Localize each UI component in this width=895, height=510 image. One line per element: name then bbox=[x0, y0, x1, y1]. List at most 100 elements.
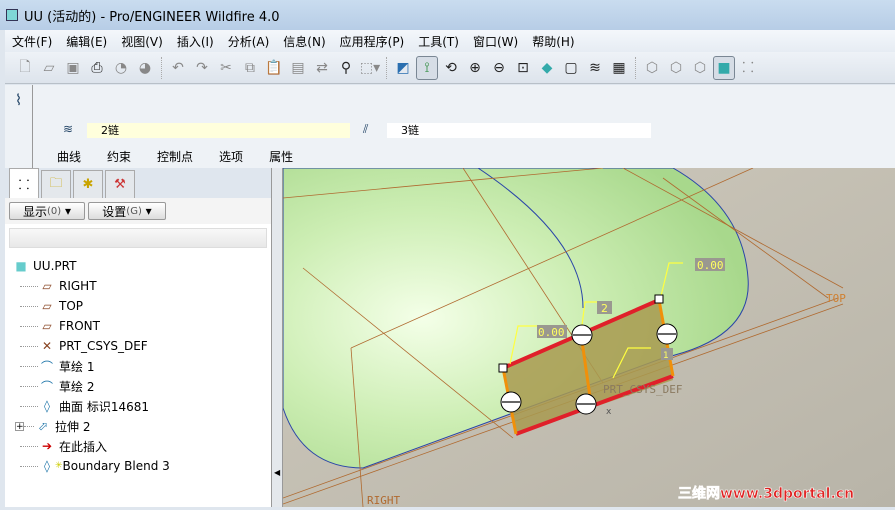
boundary-blend-icon: ⌇ bbox=[5, 85, 33, 168]
view-manager-icon[interactable]: ▦ bbox=[608, 56, 630, 80]
tree-filter-strip bbox=[9, 228, 267, 248]
tree-item-front[interactable]: ▱ FRONT bbox=[12, 316, 271, 336]
menu-analysis[interactable]: 分析(A) bbox=[221, 33, 277, 50]
reorient-icon[interactable]: ◆ bbox=[536, 56, 558, 80]
part-icon: ■ bbox=[15, 259, 27, 273]
menu-edit[interactable]: 编辑(E) bbox=[59, 33, 114, 50]
datum-plane-icon: ▱ bbox=[42, 319, 52, 333]
sketch-icon: ⌒ bbox=[40, 359, 53, 374]
sketch-icon: ⌒ bbox=[40, 379, 53, 394]
zoom-out-icon[interactable]: ⊖ bbox=[488, 56, 510, 80]
right-plane-label: RIGHT bbox=[367, 494, 400, 507]
csys-x-label: x bbox=[606, 407, 612, 417]
cut-icon[interactable]: ✂ bbox=[215, 56, 237, 80]
curve-tag-2[interactable]: 2 bbox=[601, 302, 608, 315]
model-tree-tab[interactable]: ⸬ bbox=[9, 168, 39, 198]
first-direction-icon: ≋ bbox=[63, 122, 74, 136]
email-icon[interactable]: ◔ bbox=[110, 56, 132, 80]
app-icon bbox=[6, 9, 18, 21]
print-icon[interactable]: ⎙ bbox=[86, 56, 108, 80]
graphics-viewport[interactable]: TOP RIGHT 0.00 0.00 2 1 PRT_CSYS_DEF x 三… bbox=[282, 167, 895, 508]
csys-label: PRT_CSYS_DEF bbox=[603, 383, 682, 396]
find-icon[interactable]: ⚲ bbox=[335, 56, 357, 80]
undo-icon[interactable]: ↶ bbox=[167, 56, 189, 80]
show-dropdown[interactable]: 显示 (0) ▾ bbox=[9, 202, 85, 220]
menu-applications[interactable]: 应用程序(P) bbox=[333, 33, 412, 50]
favorites-tab[interactable]: ✱ bbox=[73, 170, 103, 198]
repaint-icon[interactable]: ◩ bbox=[392, 56, 414, 80]
save-icon[interactable]: ▣ bbox=[62, 56, 84, 80]
tree-item-right[interactable]: ▱ RIGHT bbox=[12, 276, 271, 296]
datum-plane-icon: ▱ bbox=[42, 299, 52, 313]
tree-item-sketch-1[interactable]: ⌒ 草绘 1 bbox=[12, 356, 271, 376]
tree-item-top[interactable]: ▱ TOP bbox=[12, 296, 271, 316]
open-icon[interactable]: ▱ bbox=[38, 56, 60, 80]
navigator-panel: ⸬ 🗀 ✱ ⚒ 显示 (0) ▾ 设置 (G) ▾ ■ UU.PRT ▱ RIGHT ▱… bbox=[5, 168, 272, 507]
select-box-icon[interactable]: ⬚▾ bbox=[359, 56, 381, 80]
first-direction-collector[interactable]: 2链 bbox=[87, 123, 350, 138]
refit-icon[interactable]: ⊡ bbox=[512, 56, 534, 80]
folder-browser-tab[interactable]: 🗀 bbox=[41, 170, 71, 198]
tree-item-part[interactable]: ■ UU.PRT bbox=[12, 256, 271, 276]
second-direction-icon: ⫽ bbox=[363, 122, 369, 136]
model-tree-icon[interactable]: ⸬ bbox=[737, 56, 759, 80]
shading-icon[interactable]: ■ bbox=[713, 55, 735, 80]
surface-icon: ◊ bbox=[44, 399, 50, 413]
model-tree: ■ UU.PRT ▱ RIGHT ▱ TOP ▱ FRONT ✕ PRT_CSYS_DEF… bbox=[5, 248, 271, 476]
spin-center-icon[interactable]: ⟟ bbox=[416, 55, 438, 80]
tree-item-boundary-blend[interactable]: ◊ ✳ Boundary Blend 3 bbox=[12, 456, 271, 476]
tab-control-points[interactable]: 控制点 bbox=[157, 148, 193, 165]
paste-special-icon[interactable]: ▤ bbox=[287, 56, 309, 80]
connections-tab[interactable]: ⚒ bbox=[105, 170, 135, 198]
extrude-icon: ⬀ bbox=[37, 419, 49, 433]
tree-item-insert-here[interactable]: ➔ 在此插入 bbox=[12, 436, 271, 456]
corner-handle[interactable] bbox=[498, 363, 508, 373]
top-plane-label: TOP bbox=[826, 292, 846, 305]
dimension-value-1[interactable]: 0.00 bbox=[697, 259, 724, 272]
settings-dropdown[interactable]: 设置 (G) ▾ bbox=[88, 202, 166, 220]
menu-view[interactable]: 视图(V) bbox=[114, 33, 170, 50]
panel-splitter[interactable]: ◀ bbox=[272, 168, 283, 507]
saved-views-icon[interactable]: ▢ bbox=[560, 56, 582, 80]
expand-icon[interactable]: + bbox=[15, 421, 24, 431]
menu-info[interactable]: 信息(N) bbox=[276, 33, 332, 50]
menu-tools[interactable]: 工具(T) bbox=[411, 33, 466, 50]
redo-icon[interactable]: ↷ bbox=[191, 56, 213, 80]
tab-options[interactable]: 选项 bbox=[219, 148, 243, 165]
watermark: 三维网www.3dportal.cn bbox=[678, 485, 854, 502]
zoom-in-icon[interactable]: ⊕ bbox=[464, 56, 486, 80]
window-title: UU (活动的) - Pro/ENGINEER Wildfire 4.0 bbox=[24, 9, 280, 25]
no-hidden-icon[interactable]: ⬡ bbox=[689, 56, 711, 80]
insert-here-arrow-icon: ➔ bbox=[41, 439, 53, 453]
wireframe-icon[interactable]: ⬡ bbox=[641, 56, 663, 80]
title-bar: UU (活动的) - Pro/ENGINEER Wildfire 4.0 bbox=[0, 0, 895, 30]
datum-plane-icon: ▱ bbox=[42, 279, 52, 293]
menu-window[interactable]: 窗口(W) bbox=[466, 33, 525, 50]
menu-bar: 文件(F) 编辑(E) 视图(V) 插入(I) 分析(A) 信息(N) 应用程序… bbox=[5, 30, 895, 52]
new-feature-star-icon: ✳ bbox=[55, 461, 63, 471]
tree-item-csys[interactable]: ✕ PRT_CSYS_DEF bbox=[12, 336, 271, 356]
menu-insert[interactable]: 插入(I) bbox=[170, 33, 221, 50]
tree-item-extrude-2[interactable]: + ⬀ 拉伸 2 bbox=[12, 416, 271, 436]
tree-item-surface[interactable]: ◊ 曲面 标识14681 bbox=[12, 396, 271, 416]
orient-icon[interactable]: ⟲ bbox=[440, 56, 462, 80]
collapse-arrow-icon[interactable]: ◀ bbox=[274, 468, 280, 477]
corner-handle[interactable] bbox=[654, 294, 664, 304]
new-icon[interactable]: 🗋 bbox=[14, 56, 36, 80]
main-toolbar: 🗋 ▱ ▣ ⎙ ◔ ◕ ↶ ↷ ✂ ⧉ 📋 ▤ ⇄ ⚲ ⬚▾ ◩ ⟟ ⟲ ⊕ ⊖… bbox=[5, 52, 895, 84]
second-direction-collector[interactable]: 3链 bbox=[387, 123, 651, 138]
tab-constraints[interactable]: 约束 bbox=[107, 148, 131, 165]
tab-curves[interactable]: 曲线 bbox=[57, 148, 81, 165]
copy-icon[interactable]: ⧉ bbox=[239, 56, 261, 80]
tree-item-sketch-2[interactable]: ⌒ 草绘 2 bbox=[12, 376, 271, 396]
curve-tag-1[interactable]: 1 bbox=[663, 351, 669, 361]
menu-help[interactable]: 帮助(H) bbox=[525, 33, 581, 50]
tab-properties[interactable]: 属性 bbox=[269, 148, 293, 165]
menu-file[interactable]: 文件(F) bbox=[5, 33, 59, 50]
layers-icon[interactable]: ≋ bbox=[584, 56, 606, 80]
paste-icon[interactable]: 📋 bbox=[263, 56, 285, 80]
dimension-value-2[interactable]: 0.00 bbox=[538, 326, 565, 339]
hidden-line-icon[interactable]: ⬡ bbox=[665, 56, 687, 80]
email-link-icon[interactable]: ◕ bbox=[134, 56, 156, 80]
regenerate-icon[interactable]: ⇄ bbox=[311, 56, 333, 80]
